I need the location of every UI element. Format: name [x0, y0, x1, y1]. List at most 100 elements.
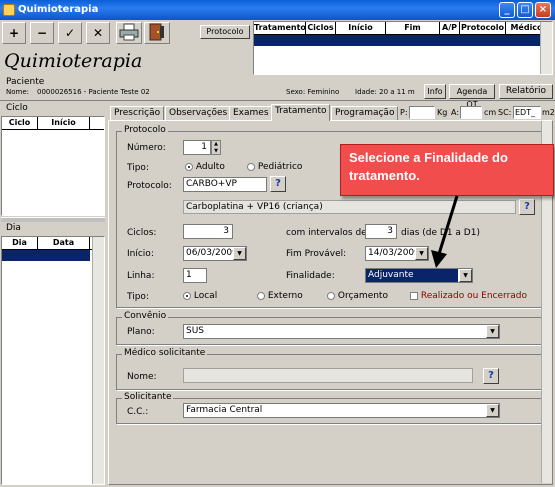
tipo2-label: Tipo: [127, 292, 149, 302]
fim-date-picker[interactable]: 14/03/2009 ▼ [365, 246, 429, 261]
tab-programacao[interactable]: Programação [331, 106, 399, 120]
realizado-label: Realizado ou Encerrado [420, 291, 528, 301]
radio-icon [327, 291, 335, 300]
m2-label: m2 [542, 108, 555, 117]
finalidade-select[interactable]: Adjuvante ▼ [365, 268, 473, 283]
radio-icon [257, 291, 265, 300]
agenda-qt-button[interactable]: Agenda QT [449, 84, 495, 109]
idade-text: Idade: 20 a 11 m [355, 88, 415, 96]
cancel-button[interactable]: ✕ [86, 22, 110, 44]
cc-select[interactable]: Farmacia Central ▼ [183, 403, 500, 418]
tab-exames[interactable]: Exames [229, 106, 273, 120]
chevron-down-icon[interactable]: ▼ [459, 269, 472, 282]
convenio-section-title: Convênio [122, 311, 169, 321]
col-ap[interactable]: A/P [440, 22, 460, 34]
finalidade-value: Adjuvante [366, 269, 458, 282]
dia-selected-row[interactable] [2, 250, 90, 261]
printer-icon[interactable] [116, 22, 142, 44]
protocolo-input[interactable]: CARBO+VP [183, 177, 267, 192]
orcamento-radio[interactable]: Orçamento [327, 291, 388, 301]
exit-door-icon[interactable] [144, 22, 170, 44]
col-data[interactable]: Data [38, 237, 90, 249]
tab-tratamento[interactable]: Tratamento [271, 104, 331, 121]
treatment-grid-header: TratamentoCiclos Início Fim A/P Protocolo Méd… [254, 22, 552, 35]
title-bar: Quimioterapia _ □ × [0, 0, 555, 20]
col-fim[interactable]: Fim [386, 22, 440, 34]
a-label: A: [451, 108, 460, 117]
patient-name: 0000026516 - Paciente Teste 02 [37, 88, 150, 96]
p-label: P: [400, 108, 408, 117]
finalidade-label: Finalidade: [286, 271, 335, 281]
chevron-down-icon[interactable]: ▼ [233, 247, 246, 260]
treatment-grid[interactable]: TratamentoCiclos Início Fim A/P Protocolo Méd… [253, 21, 553, 75]
radio-icon [183, 291, 191, 300]
splitter[interactable] [1, 217, 105, 222]
pediatrico-radio[interactable]: Pediátrico [247, 162, 302, 172]
add-button[interactable]: + [2, 22, 26, 44]
adulto-radio[interactable]: Adulto [185, 162, 225, 172]
medico-section-title: Médico solicitante [122, 348, 208, 358]
medico-nome-input[interactable] [183, 368, 473, 383]
ciclos-input[interactable]: 3 [183, 224, 233, 239]
sc-input[interactable]: EDT_ [513, 106, 541, 119]
col-ciclo[interactable]: Ciclo [2, 117, 38, 129]
pediatrico-label: Pediátrico [257, 162, 303, 172]
linha-input[interactable]: 1 [183, 268, 207, 283]
medico-help-button[interactable]: ? [483, 368, 499, 384]
dia-label: Dia [6, 223, 21, 233]
numero-input[interactable]: 1 [183, 140, 211, 155]
dia-scrollbar[interactable] [92, 237, 104, 484]
tab-prescricao[interactable]: Prescrição [110, 106, 165, 120]
orcamento-label: Orçamento [337, 291, 388, 301]
adulto-label: Adulto [195, 162, 225, 172]
col-dia[interactable]: Dia [2, 237, 38, 249]
local-label: Local [193, 291, 218, 301]
intervalos-input[interactable]: 3 [365, 224, 397, 239]
protocolo-help-button[interactable]: ? [270, 176, 286, 192]
local-radio[interactable]: Local [183, 291, 217, 301]
fim-label: Fim Provável: [286, 249, 347, 259]
col-protocolo[interactable]: Protocolo [460, 22, 506, 34]
sexo-text: Sexo: Feminino [286, 88, 340, 96]
plano-label: Plano: [127, 327, 155, 337]
inicio-date-picker[interactable]: 06/03/2009 ▼ [183, 246, 247, 261]
divider [0, 100, 555, 101]
tutorial-callout: Selecione a Finalidade do tratamento. [340, 144, 554, 196]
peso-input[interactable] [409, 106, 435, 119]
chevron-down-icon[interactable]: ▼ [486, 325, 499, 338]
maximize-button[interactable]: □ [517, 2, 533, 18]
description-help-button[interactable]: ? [519, 199, 535, 215]
grid-scrollbar[interactable] [540, 22, 552, 74]
remove-button[interactable]: − [30, 22, 54, 44]
minimize-button[interactable]: _ [499, 2, 515, 18]
ciclo-label: Ciclo [6, 103, 28, 113]
protocolo-button[interactable]: Protocolo [200, 25, 250, 39]
col-ciclos[interactable]: Ciclos [306, 22, 336, 34]
close-button[interactable]: × [535, 2, 551, 18]
medico-nome-label: Nome: [127, 372, 157, 382]
numero-spinner[interactable]: ▲ ▼ [211, 140, 221, 155]
nome-label: Nome: [6, 88, 30, 96]
radio-icon [185, 162, 193, 171]
altura-input[interactable] [460, 106, 482, 119]
relatorio-button[interactable]: Relatório [499, 84, 553, 99]
ciclo-grid[interactable]: Ciclo Início [1, 116, 105, 216]
linha-label: Linha: [127, 271, 155, 281]
cc-value: Farmacia Central [186, 405, 263, 415]
col-inicio[interactable]: Início [336, 22, 386, 34]
col-ciclo-inicio[interactable]: Início [38, 117, 90, 129]
plano-value: SUS [186, 326, 205, 336]
realizado-checkbox[interactable]: Realizado ou Encerrado [410, 291, 527, 301]
info-button[interactable]: Info [424, 84, 446, 99]
radio-icon [247, 162, 255, 171]
tab-observacoes[interactable]: Observações [165, 106, 232, 120]
plano-select[interactable]: SUS ▼ [183, 324, 500, 339]
externo-radio[interactable]: Externo [257, 291, 303, 301]
dia-grid[interactable]: Dia Data [1, 236, 105, 485]
chevron-down-icon[interactable]: ▼ [486, 404, 499, 417]
confirm-button[interactable]: ✓ [58, 22, 82, 44]
solicitante-section-title: Solicitante [122, 392, 174, 402]
selected-row[interactable] [254, 35, 540, 46]
app-icon [3, 4, 15, 16]
col-tratamento[interactable]: Tratamento [254, 22, 306, 34]
